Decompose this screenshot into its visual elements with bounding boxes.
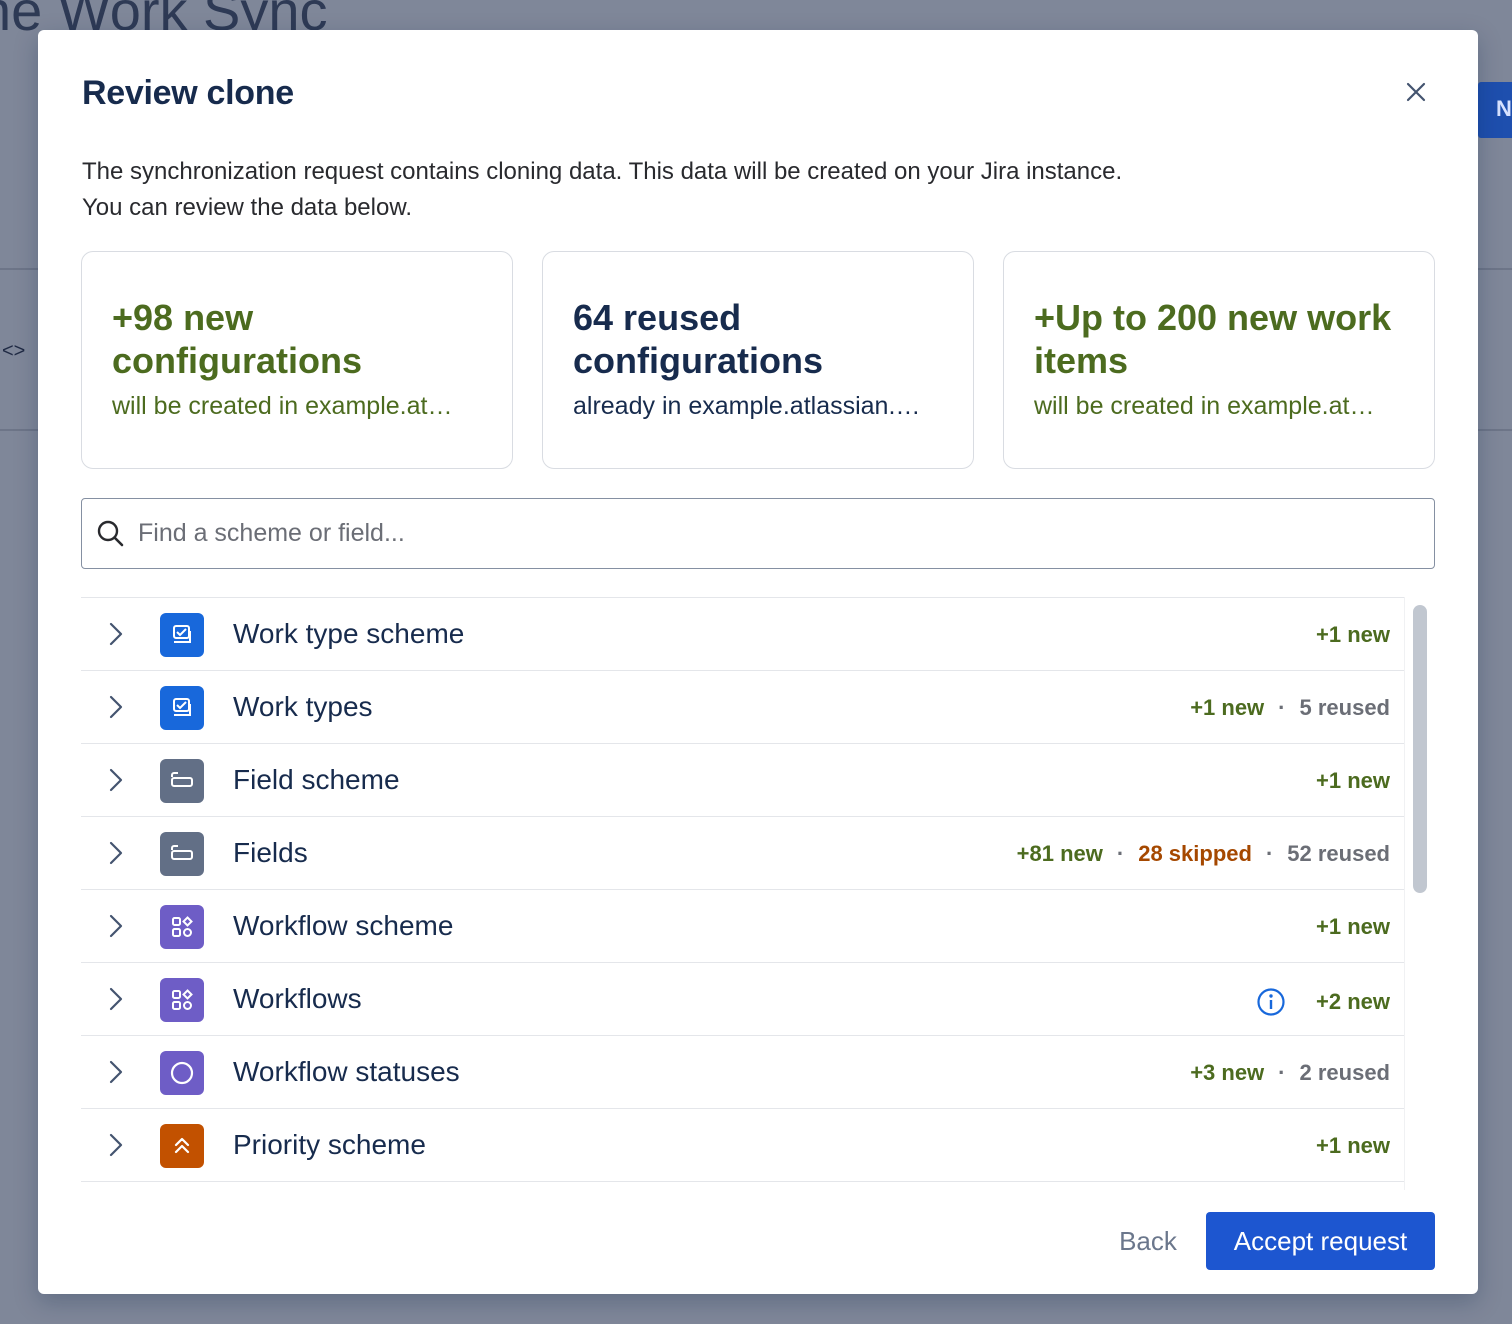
summary-card-new-configurations: +98 new configurations will be created i… xyxy=(81,251,513,469)
background-button: N xyxy=(1478,82,1512,138)
chevron-right-icon[interactable] xyxy=(105,839,127,867)
description-line: The synchronization request contains clo… xyxy=(82,158,1123,185)
new-count: +2 new xyxy=(1316,989,1390,1014)
chevron-right-icon[interactable] xyxy=(105,693,127,721)
list-item-stats: +1 new xyxy=(1316,622,1390,648)
list-item[interactable]: Work type scheme +1 new xyxy=(81,598,1405,671)
summary-card-reused-configurations: 64 reused configurations already in exam… xyxy=(542,251,974,469)
card-subtitle: will be created in example.at… xyxy=(1034,392,1375,420)
list-item-stats: +1 new xyxy=(1316,768,1390,794)
chevron-right-icon[interactable] xyxy=(105,766,127,794)
search-icon xyxy=(97,520,124,546)
chevron-right-icon[interactable] xyxy=(105,912,127,940)
work-type-icon xyxy=(160,686,204,730)
list-item-stats: +1 new xyxy=(1316,1133,1390,1159)
separator: · xyxy=(1265,841,1274,866)
card-value: +98 new configurations xyxy=(112,297,362,381)
list-item-label: Work type scheme xyxy=(233,618,465,649)
list-item[interactable]: Workflow scheme +1 new xyxy=(81,890,1405,963)
separator: · xyxy=(1278,1060,1286,1085)
list-item[interactable]: Priority scheme +1 new xyxy=(81,1109,1405,1182)
list-item-label: Workflow statuses xyxy=(233,1056,460,1087)
new-count: +1 new xyxy=(1316,914,1390,939)
list-item-stats: +2 new xyxy=(1256,987,1390,1017)
configuration-list: Work type scheme +1 new Work types +1 ne… xyxy=(81,597,1435,1190)
chevron-right-icon[interactable] xyxy=(105,985,127,1013)
separator: · xyxy=(1278,695,1286,720)
scrollbar-thumb[interactable] xyxy=(1413,605,1427,893)
search-field[interactable] xyxy=(81,498,1435,569)
status-icon xyxy=(160,1051,204,1095)
reused-count: 5 reused xyxy=(1299,695,1391,720)
separator: · xyxy=(1116,841,1125,866)
list-item-stats: +1 new · 5 reused xyxy=(1190,695,1390,721)
list-item-label: Work types xyxy=(233,691,373,722)
close-button[interactable] xyxy=(1398,74,1434,110)
list-item[interactable]: Field scheme +1 new xyxy=(81,744,1405,817)
chevron-right-icon[interactable] xyxy=(105,620,127,648)
chevron-right-icon[interactable] xyxy=(105,1131,127,1159)
search-input[interactable] xyxy=(138,519,1388,548)
close-icon xyxy=(1406,82,1426,102)
list-item-label: Fields xyxy=(233,837,308,868)
list-item[interactable]: Work types +1 new · 5 reused xyxy=(81,671,1405,744)
modal-description: The synchronization request contains clo… xyxy=(82,154,1382,226)
new-count: +3 new xyxy=(1190,1060,1265,1085)
accept-request-button[interactable]: Accept request xyxy=(1206,1212,1435,1270)
review-clone-modal: Review clone The synchronization request… xyxy=(38,30,1478,1294)
list-item-label: Priority scheme xyxy=(233,1129,426,1160)
list-item-stats: +3 new · 2 reused xyxy=(1190,1060,1390,1086)
card-subtitle: already in example.atlassian.… xyxy=(573,392,921,420)
field-icon xyxy=(160,832,204,876)
info-icon[interactable] xyxy=(1256,987,1286,1017)
background-divider xyxy=(1478,268,1512,270)
list-item[interactable]: Workflow statuses +3 new · 2 reused xyxy=(81,1036,1405,1109)
reused-count: 2 reused xyxy=(1299,1060,1391,1085)
new-count: +1 new xyxy=(1316,1133,1390,1158)
modal-title: Review clone xyxy=(82,74,294,112)
new-count: +1 new xyxy=(1316,768,1390,793)
new-count: +1 new xyxy=(1190,695,1265,720)
background-code-icon: <> xyxy=(2,340,26,362)
card-value: 64 reused configurations xyxy=(573,297,823,381)
back-button[interactable]: Back xyxy=(1106,1213,1190,1269)
list-item-stats: +1 new xyxy=(1316,914,1390,940)
list-item-label: Field scheme xyxy=(233,764,400,795)
chevron-right-icon[interactable] xyxy=(105,1058,127,1086)
background-divider xyxy=(1478,429,1512,431)
field-icon xyxy=(160,759,204,803)
workflow-icon xyxy=(160,905,204,949)
priority-icon xyxy=(160,1124,204,1168)
list-item[interactable]: Fields +81 new · 28 skipped · 52 reused xyxy=(81,817,1405,890)
list-item[interactable]: Workflows +2 new xyxy=(81,963,1405,1036)
list-item-label: Workflow scheme xyxy=(233,910,454,941)
work-type-icon xyxy=(160,613,204,657)
new-count: +1 new xyxy=(1316,622,1390,647)
workflow-icon xyxy=(160,978,204,1022)
background-divider xyxy=(0,429,38,431)
card-subtitle: will be created in example.at… xyxy=(112,392,453,420)
card-value: +Up to 200 new work items xyxy=(1034,297,1392,381)
list-item-label: Workflows xyxy=(233,983,362,1014)
list-item-stats: +81 new · 28 skipped · 52 reused xyxy=(1017,841,1390,867)
skipped-count: 28 skipped xyxy=(1138,841,1252,866)
new-count: +81 new xyxy=(1016,841,1103,866)
reused-count: 52 reused xyxy=(1287,841,1390,866)
description-line: You can review the data below. xyxy=(82,194,413,221)
background-divider xyxy=(0,268,38,270)
summary-card-new-work-items: +Up to 200 new work items will be create… xyxy=(1003,251,1435,469)
list-scrollbar[interactable] xyxy=(1404,597,1435,1190)
